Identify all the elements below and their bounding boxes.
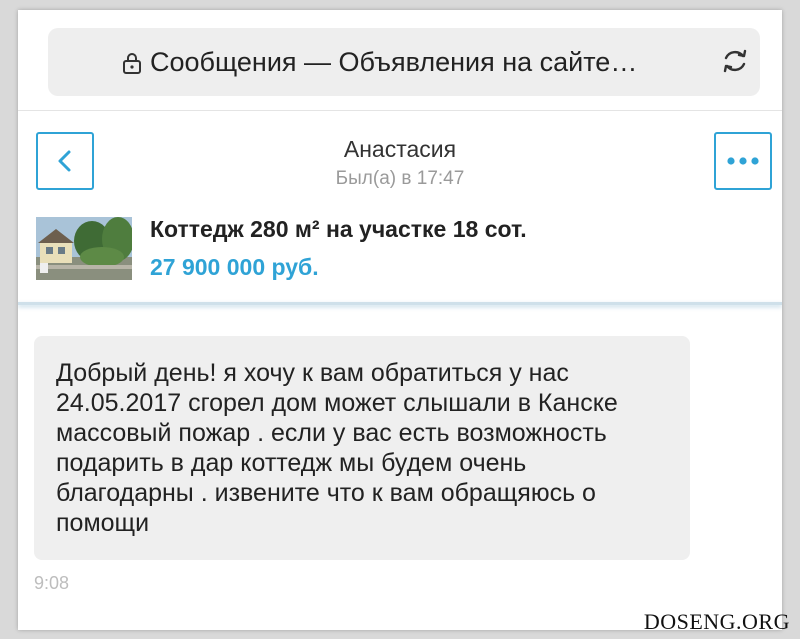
address-bar[interactable]: Сообщения — Объявления на сайте… [48,28,760,96]
header-divider [18,302,782,305]
chevron-left-icon [58,150,71,172]
listing-title[interactable]: Коттедж 280 м² на участке 18 сот. [150,216,527,243]
address-title: Сообщения — Объявления на сайте… [150,47,638,77]
back-button[interactable] [36,132,94,190]
last-seen-status: Был(а) в 17:47 [335,168,465,189]
message-text: Добрый день! я хочу к вам обратиться у н… [56,359,618,537]
listing-thumbnail[interactable] [36,217,132,280]
message-timestamp: 9:08 [34,573,70,593]
lock-icon [123,53,141,74]
more-dots-icon [727,157,759,165]
watermark: DOSENG.ORG [643,609,790,634]
phone-screen: Сообщения — Объявления на сайте… Анастас… [18,10,782,630]
contact-name: Анастасия [343,136,457,162]
message-bubble: Добрый день! я хочу к вам обратиться у н… [34,336,690,560]
listing-price: 27 900 000 руб. [150,254,319,280]
more-options-button[interactable] [714,132,772,190]
reload-icon[interactable] [720,46,750,76]
toolbar-divider [18,110,782,111]
